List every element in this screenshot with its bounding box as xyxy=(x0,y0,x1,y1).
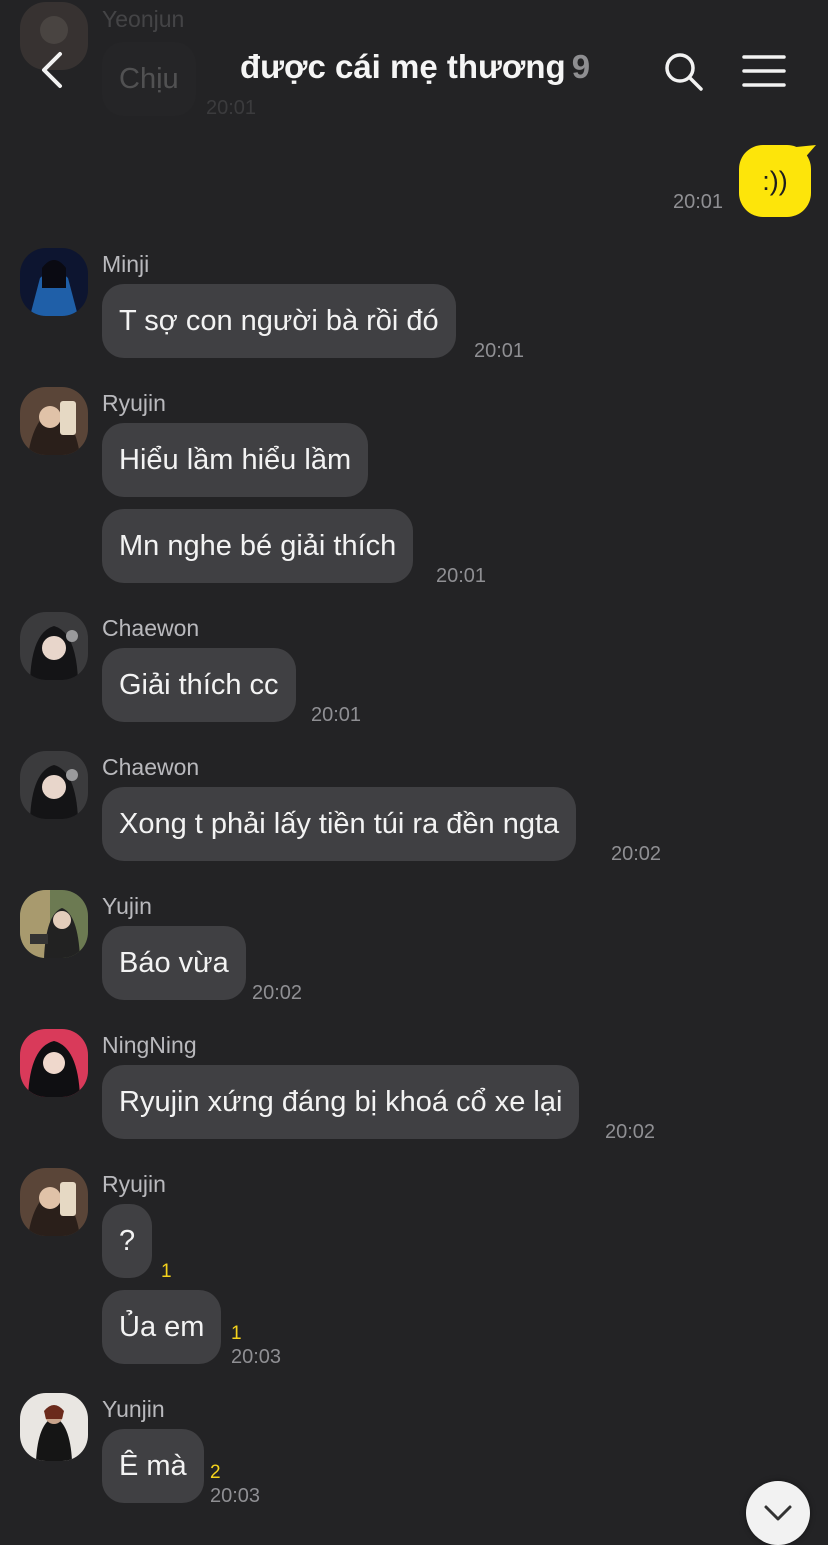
message-group: Chaewon Giải thích cc 20:01 xyxy=(0,612,828,732)
message-group: Yujin Báo vừa 20:02 xyxy=(0,890,828,1010)
message-group: Minji T sợ con người bà rồi đó 20:01 xyxy=(0,248,828,368)
avatar[interactable] xyxy=(20,1168,88,1236)
message-group: Ryujin ? 1 Ủa em 1 20:03 xyxy=(0,1168,828,1378)
chat-title-text: được cái mẹ thương xyxy=(239,48,566,85)
avatar[interactable] xyxy=(20,890,88,958)
message-group: Ryujin Hiểu lầm hiểu lầm Mn nghe bé giải… xyxy=(0,387,828,597)
sender-name: NingNing xyxy=(102,1032,197,1058)
message-bubble[interactable]: Ê mà xyxy=(102,1429,204,1503)
message-time: 20:03 xyxy=(231,1346,282,1368)
menu-button[interactable] xyxy=(740,52,788,92)
message-bubble[interactable]: Mn nghe bé giải thích xyxy=(102,509,414,583)
chat-header: được cái mẹ thương 9 xyxy=(0,0,828,140)
sender-name: Yunjin xyxy=(102,1396,165,1422)
search-button[interactable] xyxy=(662,50,706,94)
message-time: 20:01 xyxy=(673,191,724,213)
message-group: Yunjin Ê mà 2 20:03 xyxy=(0,1393,828,1513)
unread-count: 2 xyxy=(210,1462,221,1483)
message-group: NingNing Ryujin xứng đáng bị khoá cổ xe … xyxy=(0,1029,828,1149)
avatar[interactable] xyxy=(20,387,88,455)
message-time: 20:01 xyxy=(474,340,525,362)
sender-name: Ryujin xyxy=(102,1171,166,1197)
avatar[interactable] xyxy=(20,751,88,819)
search-icon xyxy=(665,53,703,91)
chevron-down-icon xyxy=(764,1505,792,1521)
message-group: Chaewon Xong t phải lấy tiền túi ra đền … xyxy=(0,751,828,871)
message-bubble[interactable]: ? xyxy=(102,1204,153,1278)
sender-name: Chaewon xyxy=(102,615,200,641)
message-bubble[interactable]: Ủa em xyxy=(102,1290,222,1364)
message-time: 20:03 xyxy=(210,1485,261,1507)
chevron-left-icon xyxy=(42,52,62,88)
avatar[interactable] xyxy=(20,1029,88,1097)
sender-name: Ryujin xyxy=(102,390,166,416)
message-time: 20:02 xyxy=(605,1121,656,1143)
message-bubble[interactable]: Giải thích cc xyxy=(102,648,296,722)
message-bubble[interactable]: Hiểu lầm hiểu lầm xyxy=(102,423,369,497)
unread-count: 1 xyxy=(231,1323,242,1344)
avatar[interactable] xyxy=(20,612,88,680)
message-time: 20:02 xyxy=(252,982,303,1004)
sender-name: Minji xyxy=(102,251,150,277)
message-bubble[interactable]: T sợ con người bà rồi đó xyxy=(102,284,456,358)
chat-title: được cái mẹ thương 9 xyxy=(160,48,670,86)
unread-count: 1 xyxy=(161,1261,172,1282)
bubble-tail xyxy=(796,145,816,161)
back-button[interactable] xyxy=(30,48,74,92)
sender-name: Chaewon xyxy=(102,754,200,780)
scroll-to-bottom-button[interactable] xyxy=(746,1481,810,1545)
sender-name: Yujin xyxy=(102,893,152,919)
message-bubble[interactable]: Ryujin xứng đáng bị khoá cổ xe lại xyxy=(102,1065,580,1139)
avatar[interactable] xyxy=(20,248,88,316)
message-time: 20:01 xyxy=(311,704,362,726)
message-time: 20:02 xyxy=(611,843,662,865)
hamburger-menu-icon xyxy=(742,55,786,87)
message-bubble[interactable]: Báo vừa xyxy=(102,926,246,1000)
message-bubble[interactable]: Xong t phải lấy tiền túi ra đền ngta xyxy=(102,787,577,861)
member-count: 9 xyxy=(571,48,591,85)
avatar[interactable] xyxy=(20,1393,88,1461)
message-time: 20:01 xyxy=(436,565,487,587)
